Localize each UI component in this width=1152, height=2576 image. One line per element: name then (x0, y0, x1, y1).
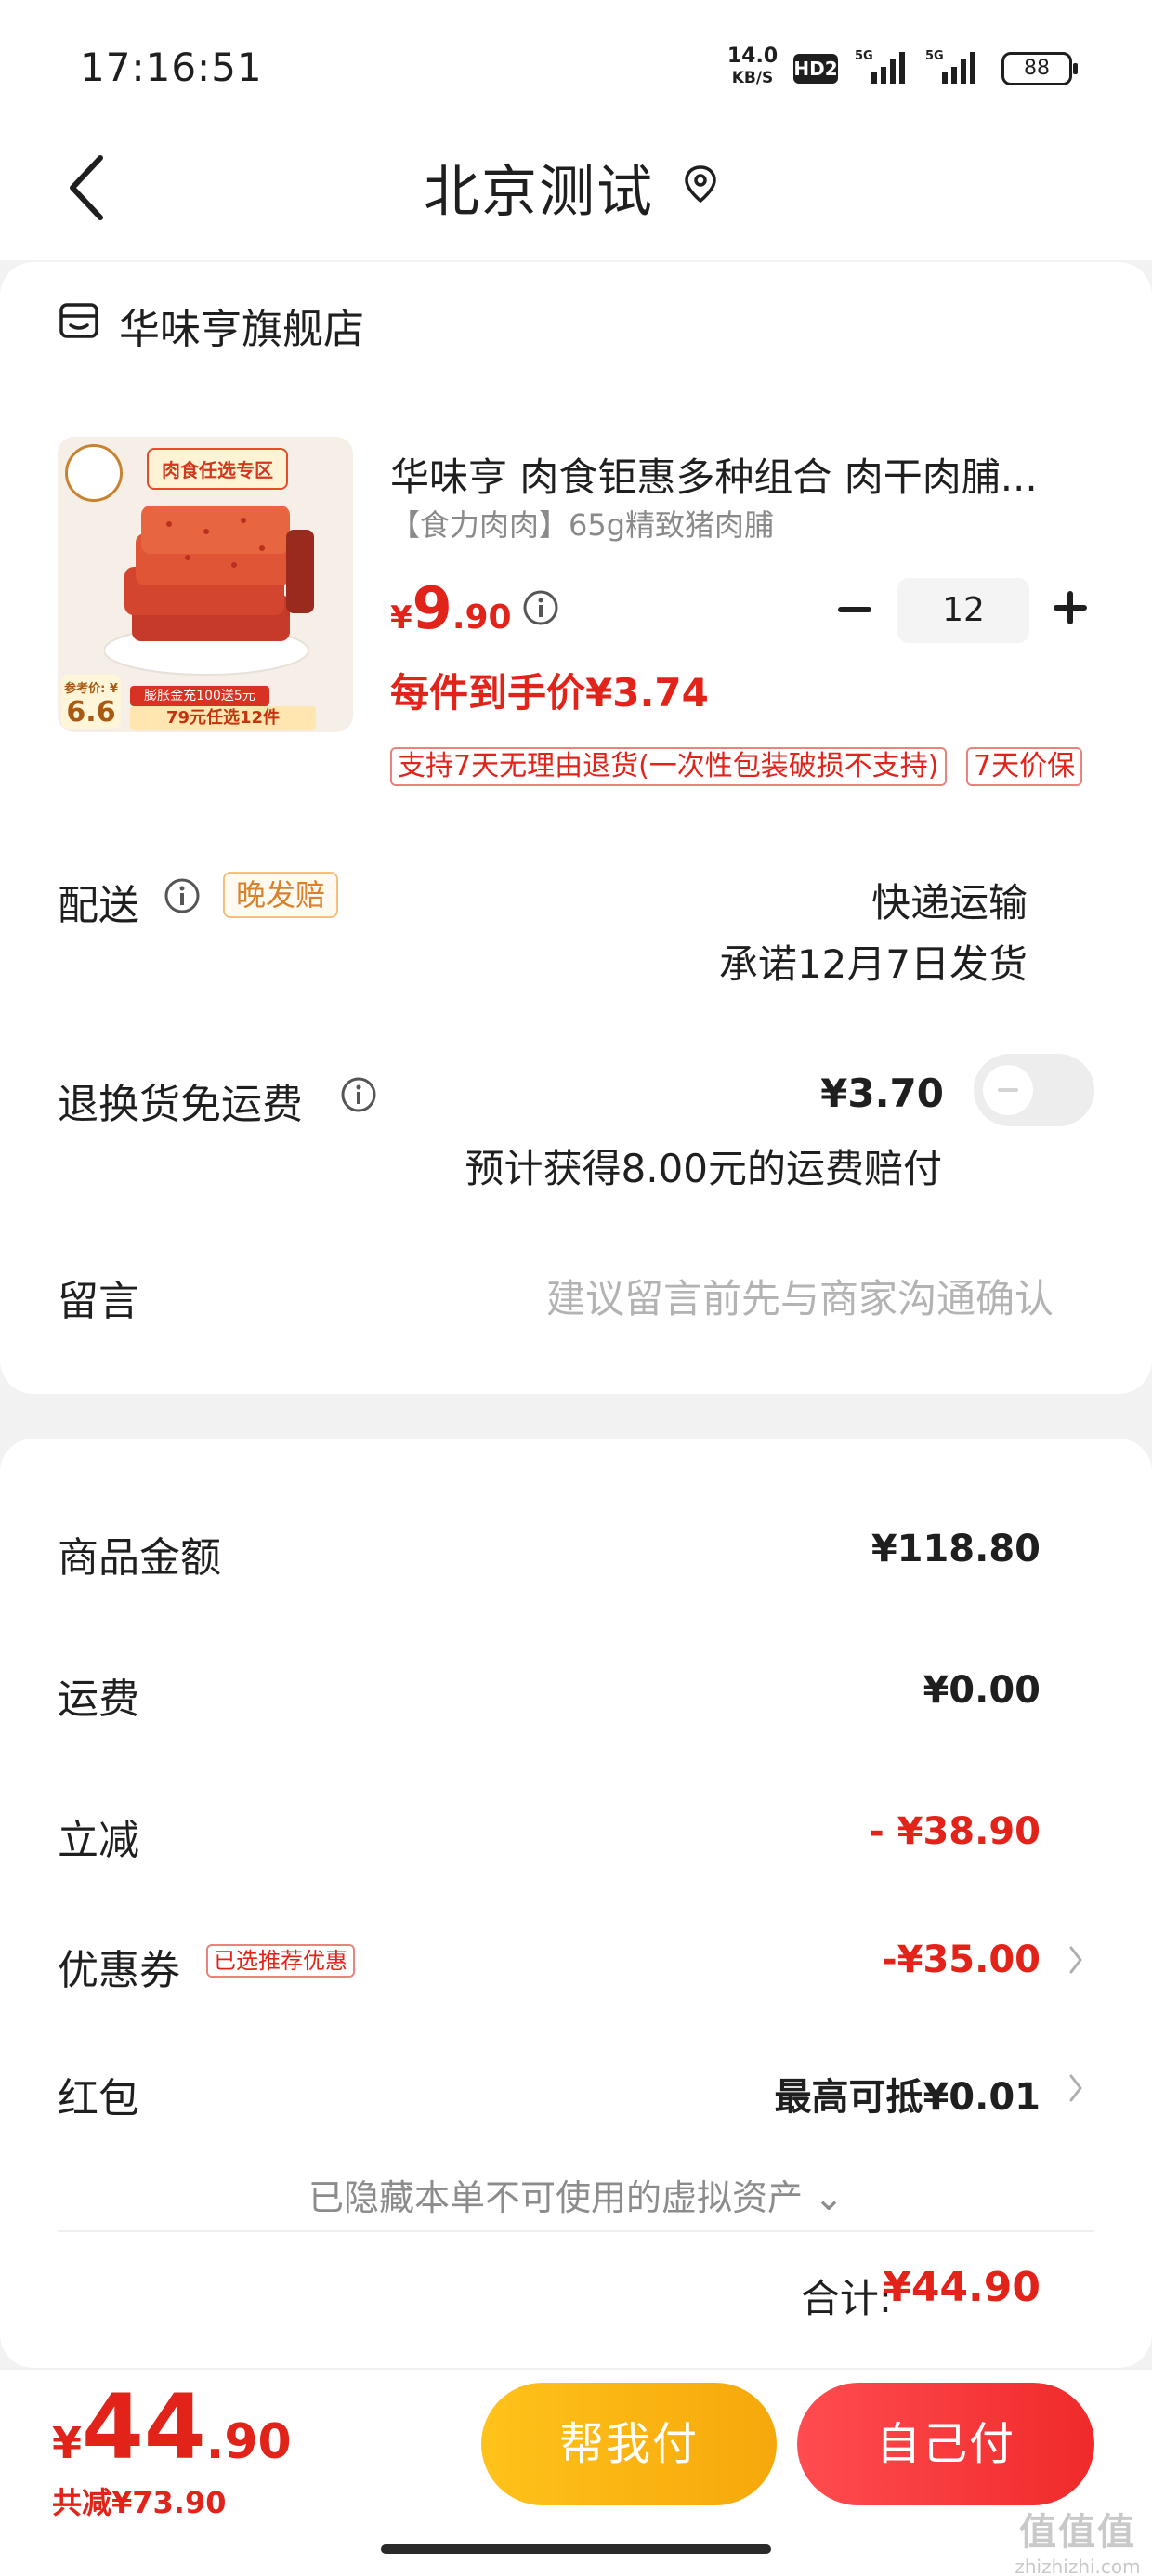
network-speed-value: 14.0 (727, 45, 779, 68)
home-indicator[interactable] (381, 2544, 771, 2554)
delivery-label: 配送 (58, 882, 139, 929)
goods-amount-value: ¥118.80 (871, 1528, 1041, 1571)
return-shipping-note: 预计获得8.00元的运费赔付 (465, 1146, 942, 1191)
status-time: 17:16:51 (80, 45, 263, 90)
signal-icon-2: 5G (925, 49, 975, 84)
goods-amount-label: 商品金额 (58, 1534, 221, 1582)
signal-1-label: 5G (855, 49, 873, 63)
shipping-fee-label: 运费 (58, 1676, 139, 1723)
image-category-tag: 肉食任选专区 (147, 448, 288, 490)
order-item-card (0, 262, 1152, 1394)
return-policy-tag: 支持7天无理由退货(一次性包装破损不支持) (390, 747, 947, 786)
price-currency: ¥ (390, 599, 412, 637)
site-watermark: 值值值 zhizhizhi.com (1013, 2502, 1143, 2576)
quantity-input[interactable]: 12 (897, 578, 1029, 643)
checkout-price: ¥44.90 (52, 2375, 292, 2479)
network-speed-unit: KB/S (731, 69, 774, 87)
summary-divider (58, 2230, 1094, 2232)
coupon-chevron-icon[interactable] (1067, 1944, 1085, 1976)
quantity-increase-button[interactable] (1050, 587, 1091, 628)
return-shipping-label: 退换货免运费 (58, 1081, 303, 1128)
coupon-label[interactable]: 优惠券 (58, 1937, 180, 1996)
delivery-info-icon[interactable] (164, 877, 201, 914)
battery-icon: 88 (1001, 52, 1078, 85)
checkout-currency: ¥ (52, 2418, 83, 2468)
total-value: ¥44.90 (883, 2264, 1041, 2311)
shipping-fee-value: ¥0.00 (923, 1669, 1041, 1712)
store-icon (59, 303, 98, 338)
product-title[interactable]: 华味亨 肉食钜惠多种组合 肉干肉脯... (390, 446, 1096, 503)
late-compensation-tag: 晚发赔 (223, 872, 339, 918)
product-image[interactable]: 肉食任选专区 参考价: ¥ 6.6 膨胀金充100送5元 79元任选12件 (58, 437, 353, 732)
hd-badge: HD2 (793, 54, 838, 84)
network-speed: 14.0 KB/S (725, 46, 780, 88)
coupon-value[interactable]: -¥35.00 (882, 1939, 1041, 1981)
coupon-recommended-tag: 已选推荐优惠 (206, 1944, 355, 1978)
location-pin-icon[interactable] (682, 164, 719, 204)
red-packet-chevron-icon[interactable] (1067, 2072, 1085, 2104)
total-label: 合计: (800, 2276, 892, 2321)
price-integer: 9 (412, 574, 452, 642)
product-price: ¥9.90 (390, 574, 512, 642)
product-spec[interactable]: 【食力肉肉】65g精致猪肉脯 (390, 502, 774, 545)
message-label: 留言 (58, 1278, 139, 1325)
quantity-decrease-button[interactable] (834, 591, 875, 628)
checkout-price-integer: 44 (82, 2375, 206, 2479)
price-decimal: .90 (452, 598, 512, 637)
pork-jerky-image (104, 506, 314, 676)
watermark-text: 值值值 (1019, 2511, 1136, 2554)
red-packet-label[interactable]: 红包 (58, 2065, 139, 2124)
price-info-icon[interactable] (522, 589, 559, 626)
message-input[interactable]: 建议留言前先与商家沟通确认 (546, 1268, 1054, 1324)
unit-price: 每件到手价¥3.74 (390, 670, 709, 716)
image-ref-label: 参考价: ¥ (64, 682, 118, 696)
store-name[interactable]: 华味亨旗舰店 (119, 296, 364, 355)
toggle-knob (983, 1065, 1033, 1115)
return-shipping-price: ¥3.70 (820, 1071, 944, 1116)
image-ref-price: 参考价: ¥ 6.6 (61, 675, 121, 729)
delivery-method: 快递运输 (871, 880, 1028, 926)
price-protection-tag: 7天价保 (966, 747, 1083, 786)
image-promo-2: 79元任选12件 (130, 706, 316, 730)
total-saved: 共减¥73.90 (52, 2485, 227, 2520)
return-shipping-info-icon[interactable] (340, 1076, 377, 1113)
red-packet-value[interactable]: 最高可抵¥0.01 (774, 2067, 1041, 2121)
instant-discount-value: - ¥38.90 (869, 1810, 1041, 1853)
image-ref-value: 6.6 (66, 696, 116, 729)
pay-myself-button[interactable]: 自己付 (797, 2383, 1094, 2505)
delivery-promise: 承诺12月7日发货 (718, 941, 1028, 987)
signal-2-label: 5G (925, 49, 944, 63)
signal-icon-1: 5G (855, 49, 905, 84)
instant-discount-label: 立减 (58, 1817, 139, 1864)
page-title: 北京测试 (424, 160, 654, 225)
status-bar: 17:16:51 14.0 KB/S HD2 5G 5G 88 (0, 0, 1152, 130)
watermark-sub: zhizhizhi.com (1015, 2556, 1141, 2576)
image-promo-1: 膨胀金充100送5元 (130, 686, 269, 706)
hidden-assets-toggle[interactable]: 已隐藏本单不可使用的虚拟资产 ⌄ (0, 2169, 1152, 2220)
checkout-price-decimal: .90 (205, 2414, 292, 2470)
return-shipping-toggle[interactable] (974, 1054, 1094, 1126)
help-me-pay-button[interactable]: 帮我付 (481, 2383, 777, 2505)
